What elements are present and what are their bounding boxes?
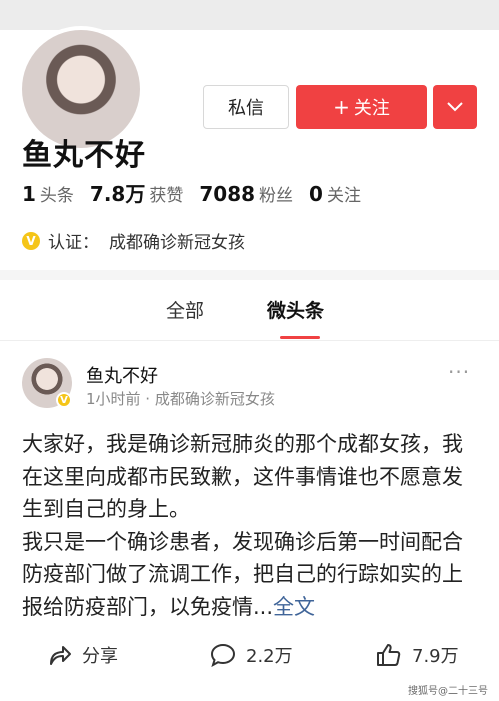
post-author[interactable]: 鱼丸不好	[86, 362, 158, 388]
chevron-down-icon	[447, 102, 463, 112]
verification: V 认证： 成都确诊新冠女孩	[22, 228, 245, 253]
section-divider	[0, 270, 499, 280]
tab-bar: 全部 微头条	[0, 280, 499, 341]
post-paragraph: 大家好，我是确诊新冠肺炎的那个成都女孩，我在这里向成都市民致歉，这件事情谁也不愿…	[22, 432, 463, 521]
share-button[interactable]: 分享	[48, 642, 118, 668]
plus-icon: +	[333, 95, 350, 119]
verification-prefix: 认证：	[48, 233, 99, 253]
profile-header: 私信 + 关注 鱼丸不好 1 头条 7.8万 获赞 7088 粉丝 0 关注 V 认证：…	[0, 30, 499, 270]
profile-stats: 1 头条 7.8万 获赞 7088 粉丝 0 关注	[22, 178, 377, 207]
post-body[interactable]: 大家好，我是确诊新冠肺炎的那个成都女孩，我在这里向成都市民致歉，这件事情谁也不愿…	[22, 428, 478, 623]
stat-likes: 7.8万 获赞	[89, 182, 184, 206]
active-tab-indicator	[280, 336, 320, 339]
comment-button[interactable]: 2.2万	[210, 642, 293, 668]
share-label: 分享	[82, 646, 118, 667]
stat-posts[interactable]: 1 头条	[22, 181, 74, 206]
follow-button[interactable]: + 关注	[296, 85, 427, 129]
post-paragraph: 我只是一个确诊患者，发现确诊后第一时间配合防疫部门做了流调工作，把自己的行踪如实…	[22, 529, 463, 619]
tab-micro-headlines[interactable]: 微头条	[267, 296, 324, 323]
watermark: 搜狐号@二十三号	[408, 686, 488, 697]
expand-button[interactable]	[433, 85, 477, 129]
share-icon	[50, 646, 71, 665]
post-header: V 鱼丸不好 1小时前 · 成都确诊新冠女孩 ···	[22, 358, 482, 414]
verified-badge-icon: V	[22, 231, 40, 250]
follow-label: 关注	[353, 98, 390, 119]
stat-following[interactable]: 0 关注	[309, 181, 361, 206]
stat-fans[interactable]: 7088 粉丝	[199, 181, 293, 206]
thumbs-up-icon	[377, 644, 401, 666]
like-button[interactable]: 7.9万	[376, 642, 459, 668]
profile-name: 鱼丸不好	[22, 138, 146, 173]
like-count: 7.9万	[412, 646, 459, 667]
post-actions: 分享 2.2万 7.9万	[0, 636, 499, 676]
message-button[interactable]: 私信	[203, 85, 289, 129]
read-more-link[interactable]: 全文	[273, 595, 315, 619]
tab-all[interactable]: 全部	[166, 296, 204, 323]
more-options-icon[interactable]: ···	[448, 360, 470, 384]
post-meta: 1小时前 · 成都确诊新冠女孩	[86, 390, 275, 408]
comment-icon	[210, 643, 236, 667]
comment-count: 2.2万	[246, 646, 293, 667]
verified-badge-icon: V	[56, 392, 72, 408]
verification-text: 成都确诊新冠女孩	[109, 233, 245, 253]
